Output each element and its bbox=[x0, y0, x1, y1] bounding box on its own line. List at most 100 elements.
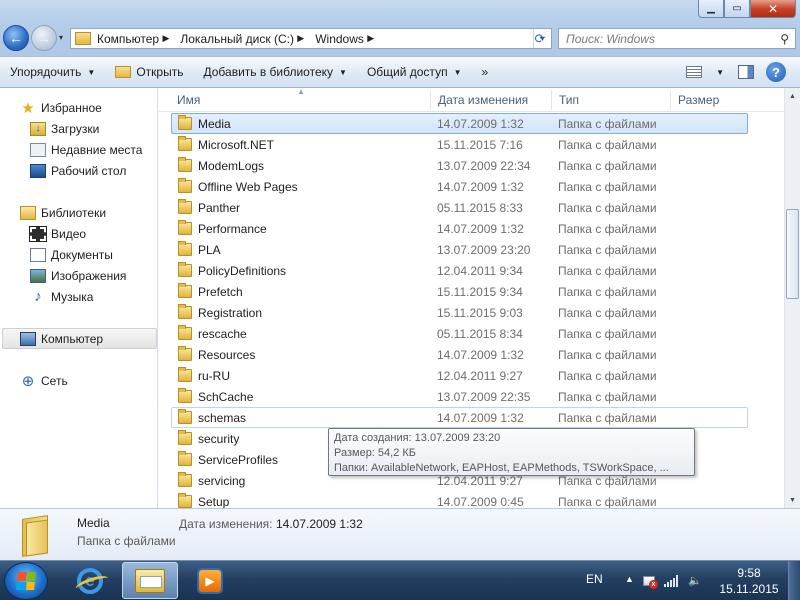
column-header-size[interactable]: Размер bbox=[671, 88, 784, 112]
folder-icon bbox=[178, 136, 192, 151]
file-row[interactable]: PLA 13.07.2009 23:20 Папка с файлами bbox=[171, 239, 748, 260]
window-controls: ▁ ▭ ✕ bbox=[698, 0, 796, 18]
nav-favorites[interactable]: ★ Избранное bbox=[20, 97, 102, 118]
nav-item-video[interactable]: Видео bbox=[29, 223, 86, 244]
nav-item-recent-places[interactable]: Недавние места bbox=[30, 139, 142, 160]
file-row[interactable]: Registration 15.11.2015 9:03 Папка с файла… bbox=[171, 302, 748, 323]
start-button[interactable] bbox=[4, 562, 48, 600]
nav-item-pictures[interactable]: Изображения bbox=[30, 265, 126, 286]
file-date-modified: 13.07.2009 22:35 bbox=[437, 389, 531, 404]
media-player-icon: ▶ bbox=[197, 567, 223, 594]
file-row[interactable]: ru-RU 12.04.2011 9:27 Папка с файлами bbox=[171, 365, 748, 386]
search-input[interactable]: Поиск: Windows ⚲ bbox=[558, 28, 796, 49]
file-name: servicing bbox=[198, 473, 246, 488]
breadcrumb-separator[interactable]: ▶ bbox=[297, 33, 304, 44]
change-view-icon[interactable] bbox=[686, 66, 703, 78]
nav-item-downloads[interactable]: Загрузки bbox=[30, 118, 99, 139]
file-row[interactable]: PolicyDefinitions 12.04.2011 9:34 Папка с … bbox=[171, 260, 748, 281]
network-status-icon[interactable] bbox=[663, 573, 679, 588]
breadcrumb-computer[interactable]: Компьютер ▶ bbox=[97, 32, 174, 46]
volume-icon[interactable]: 🔈 bbox=[687, 573, 703, 588]
address-bar[interactable]: Компьютер ▶ Локальный диск (C:) ▶ Window… bbox=[70, 28, 552, 49]
vertical-scrollbar[interactable]: ▲ ▼ bbox=[784, 88, 800, 508]
column-header-date[interactable]: Дата изменения bbox=[431, 88, 552, 112]
file-row[interactable]: schemas 14.07.2009 1:32 Папка с файлами bbox=[171, 407, 748, 428]
video-icon bbox=[29, 225, 47, 242]
nav-item-desktop[interactable]: Рабочий стол bbox=[30, 160, 126, 181]
minimize-button[interactable]: ▁ bbox=[698, 0, 724, 18]
forward-button[interactable]: → bbox=[31, 25, 57, 51]
file-type: Папка с файлами bbox=[558, 242, 657, 257]
network-icon: ⊕ bbox=[21, 372, 35, 390]
share-button[interactable]: Общий доступ ▼ bbox=[357, 60, 472, 84]
close-button[interactable]: ✕ bbox=[750, 0, 796, 18]
taskbar-windows-explorer[interactable] bbox=[122, 562, 178, 599]
scroll-down-button[interactable]: ▼ bbox=[785, 492, 800, 508]
file-row[interactable]: rescache 05.11.2015 8:34 Папка с файлами bbox=[171, 323, 748, 344]
file-name: rescache bbox=[198, 326, 247, 341]
help-icon[interactable]: ? bbox=[766, 62, 786, 82]
maximize-button[interactable]: ▭ bbox=[724, 0, 750, 18]
file-date-modified: 05.11.2015 8:34 bbox=[437, 326, 523, 341]
breadcrumb-separator[interactable]: ▶ bbox=[162, 33, 169, 44]
nav-libraries[interactable]: Библиотеки bbox=[20, 202, 106, 223]
action-center-icon[interactable]: x bbox=[641, 573, 658, 589]
file-name: Panther bbox=[198, 200, 241, 215]
file-name: Registration bbox=[198, 305, 263, 320]
add-to-library-button[interactable]: Добавить в библиотеку ▼ bbox=[193, 60, 356, 84]
folder-icon bbox=[178, 430, 192, 445]
more-commands-button[interactable]: » bbox=[471, 60, 498, 84]
folder-icon bbox=[178, 388, 192, 403]
preview-pane-icon[interactable] bbox=[738, 65, 754, 79]
file-row[interactable]: Offline Web Pages 14.07.2009 1:32 Папка с … bbox=[171, 176, 748, 197]
view-options-dropdown[interactable]: ▼ bbox=[716, 68, 724, 77]
breadcrumb-windows[interactable]: Windows ▶ bbox=[315, 32, 379, 46]
command-bar: Упорядочить ▼ Открыть Добавить в библиоте… bbox=[0, 56, 800, 88]
file-row[interactable]: SchCache 13.07.2009 22:35 Папка с файлами bbox=[171, 386, 748, 407]
file-type: Папка с файлами bbox=[558, 305, 657, 320]
file-row[interactable]: Microsoft.NET 15.11.2015 7:16 Папка с файл… bbox=[171, 134, 748, 155]
file-row[interactable]: Prefetch 15.11.2015 9:34 Папка с файлами bbox=[171, 281, 748, 302]
file-type: Папка с файлами bbox=[558, 221, 657, 236]
scroll-up-button[interactable]: ▲ bbox=[785, 88, 800, 104]
details-modified-label: Дата изменения: bbox=[179, 517, 273, 531]
file-name: Performance bbox=[198, 221, 267, 236]
file-row[interactable]: Resources 14.07.2009 1:32 Папка с файлами bbox=[171, 344, 748, 365]
nav-item-documents[interactable]: Документы bbox=[30, 244, 113, 265]
breadcrumb-local-disk[interactable]: Локальный диск (C:) ▶ bbox=[180, 32, 309, 46]
recent-pages-dropdown[interactable]: ▾ bbox=[59, 33, 63, 42]
scroll-thumb[interactable] bbox=[786, 209, 799, 299]
file-row[interactable]: Panther 05.11.2015 8:33 Папка с файлами bbox=[171, 197, 748, 218]
libraries-icon bbox=[20, 205, 36, 220]
file-name: Resources bbox=[198, 347, 256, 362]
organize-button[interactable]: Упорядочить ▼ bbox=[0, 60, 105, 84]
back-button[interactable]: ← bbox=[3, 25, 29, 51]
chevron-down-icon: ▼ bbox=[453, 67, 462, 77]
open-button[interactable]: Открыть bbox=[105, 60, 193, 84]
file-row[interactable]: Media 14.07.2009 1:32 Папка с файлами bbox=[171, 113, 748, 134]
file-name: ru-RU bbox=[198, 368, 230, 383]
show-desktop-button[interactable] bbox=[788, 561, 800, 600]
breadcrumb-separator[interactable]: ▶ bbox=[367, 33, 374, 44]
nav-computer[interactable]: Компьютер bbox=[2, 328, 157, 349]
file-row[interactable]: ModemLogs 13.07.2009 22:34 Папка с файлами bbox=[171, 155, 748, 176]
show-hidden-icons-button[interactable]: ▲ bbox=[625, 574, 634, 584]
file-name: ServiceProfiles bbox=[198, 452, 279, 467]
folder-icon bbox=[178, 199, 192, 214]
language-indicator[interactable]: EN bbox=[586, 572, 603, 586]
file-type: Папка с файлами bbox=[558, 179, 657, 194]
clock[interactable]: 9:58 15.11.2015 bbox=[712, 565, 786, 597]
column-header-name[interactable]: ▲ Имя bbox=[159, 88, 431, 112]
taskbar-internet-explorer[interactable]: e bbox=[62, 562, 118, 599]
taskbar: e ▶ EN ▲ x 🔈 9:58 15.11.2015 bbox=[0, 560, 800, 600]
music-icon: ♪ bbox=[34, 288, 42, 305]
file-row[interactable]: Setup 14.07.2009 0:45 Папка с файлами bbox=[171, 491, 748, 508]
folder-icon bbox=[75, 32, 91, 45]
column-header-type[interactable]: Тип bbox=[552, 88, 671, 112]
file-row[interactable]: Performance 14.07.2009 1:32 Папка с файлам… bbox=[171, 218, 748, 239]
refresh-button[interactable]: ⟳ bbox=[528, 28, 552, 49]
taskbar-media-player[interactable]: ▶ bbox=[182, 562, 238, 599]
nav-item-music[interactable]: ♪ Музыка bbox=[30, 286, 93, 307]
file-name: Microsoft.NET bbox=[198, 137, 275, 152]
nav-network[interactable]: ⊕ Сеть bbox=[20, 370, 68, 391]
